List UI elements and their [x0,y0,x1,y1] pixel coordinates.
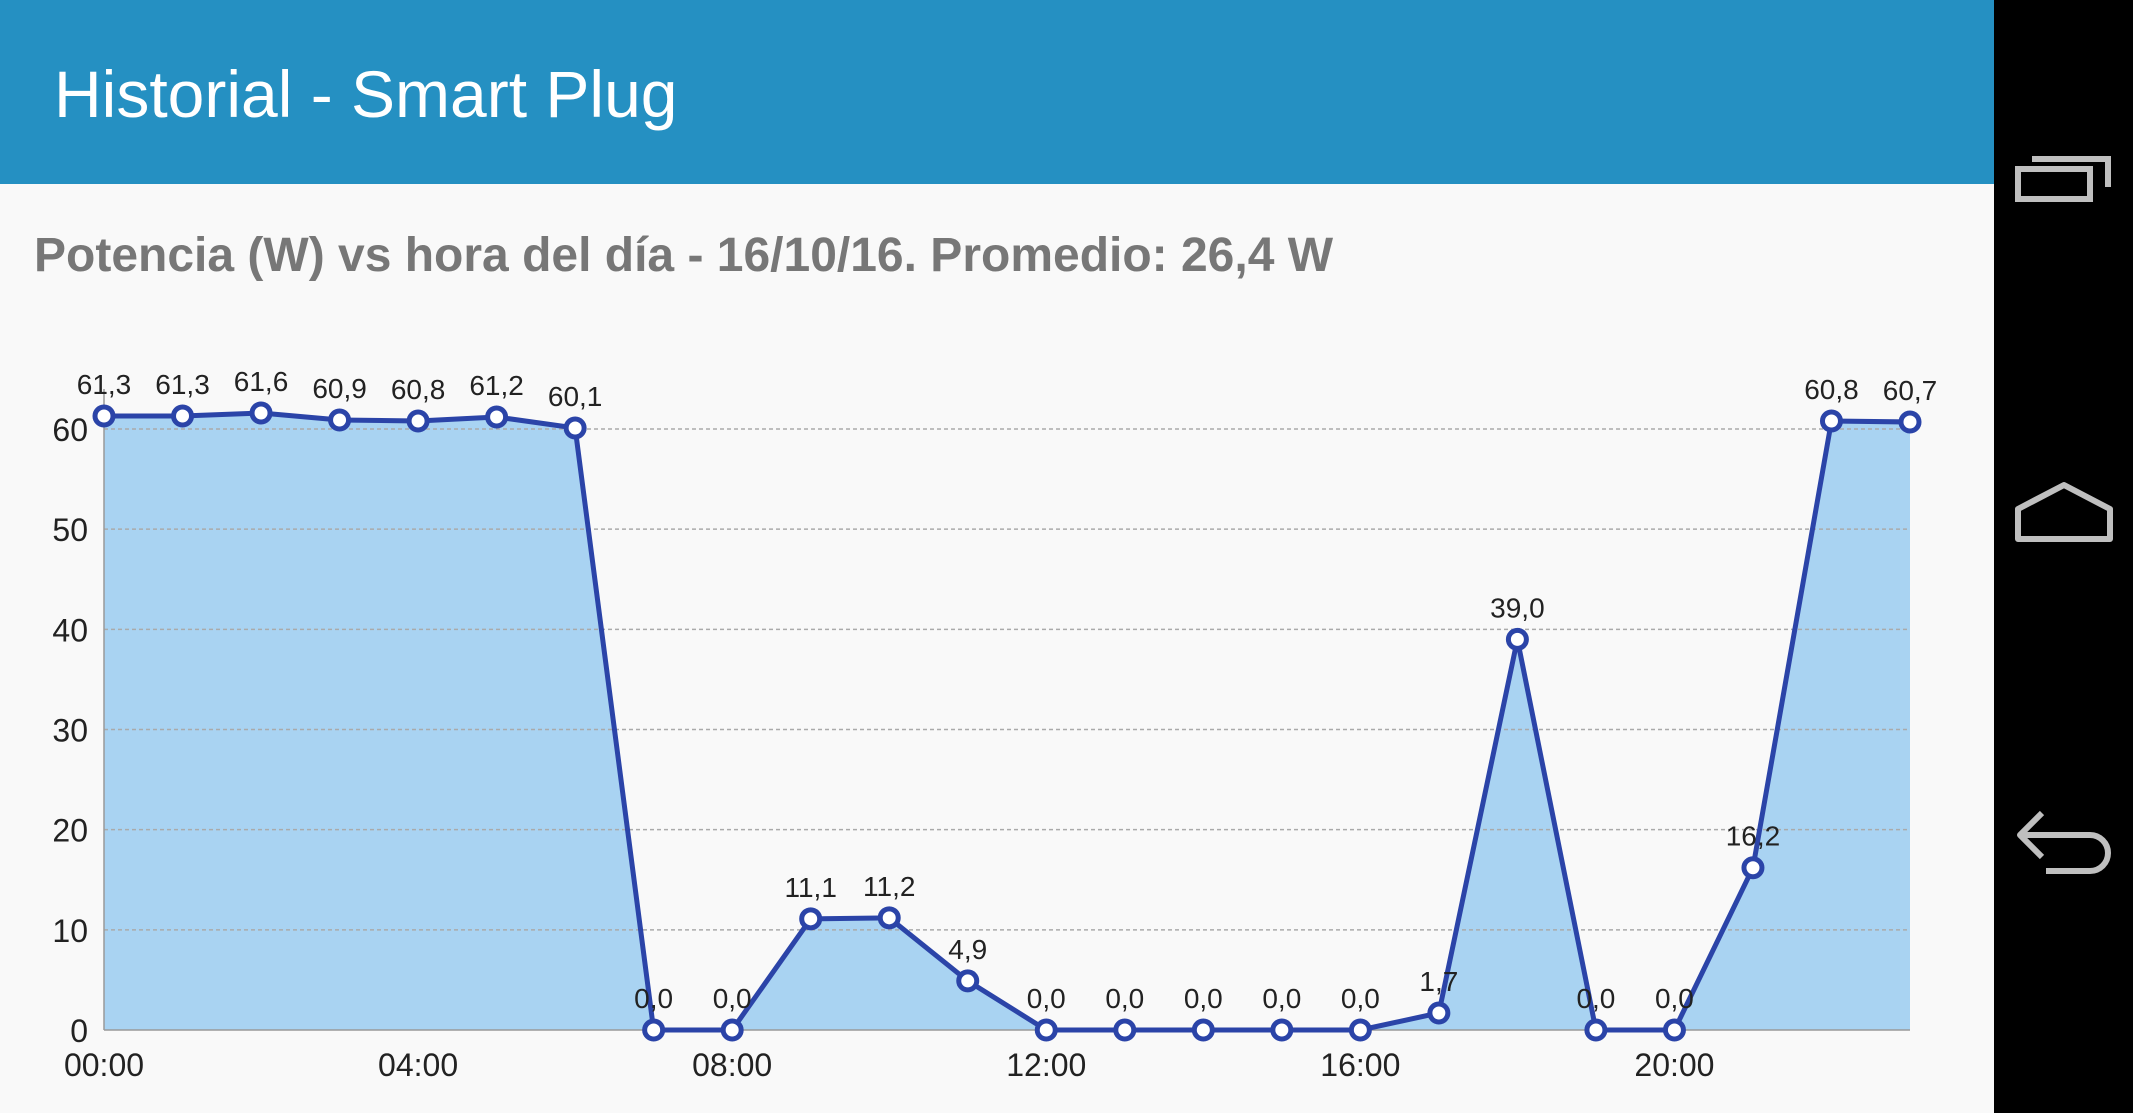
content-area: Potencia (W) vs hora del día - 16/10/16.… [0,184,1994,1113]
data-point-23 [1898,410,1922,434]
area-fill [104,412,1910,1030]
data-point-21 [1741,856,1765,880]
data-label-12: 0,0 [1027,983,1066,1014]
data-point-19 [1584,1018,1608,1042]
app-bar: Historial - Smart Plug [0,0,1994,184]
back-button[interactable] [1994,770,2133,920]
data-point-7 [642,1018,666,1042]
data-point-18 [1505,627,1529,651]
data-label-8: 0,0 [713,983,752,1014]
data-label-6: 60,1 [548,381,603,412]
power-chart: 0 10 20 30 40 50 60 00:00 04:00 08:00 12:00 16:00 20… [52,366,1938,1083]
data-label-2: 61,6 [234,366,289,397]
data-label-7: 0,0 [634,983,673,1014]
y-tick-label-40: 40 [52,612,88,648]
y-tick-label-30: 30 [52,713,88,749]
data-point-9 [799,907,823,931]
data-point-5 [485,405,509,429]
data-point-17 [1427,1001,1451,1025]
data-label-17: 1,7 [1419,966,1458,997]
y-tick-label-10: 10 [52,913,88,949]
data-label-13: 0,0 [1105,983,1144,1014]
x-tick-label-12:00: 12:00 [1006,1047,1086,1083]
app-title: Historial - Smart Plug [54,57,678,131]
data-point-11 [956,969,980,993]
back-icon [2016,810,2111,874]
data-label-20: 0,0 [1655,983,1694,1014]
data-point-10 [877,906,901,930]
data-label-19: 0,0 [1576,983,1615,1014]
data-label-9: 11,1 [784,872,836,903]
data-point-4 [406,409,430,433]
data-point-2 [249,401,273,425]
data-point-8 [720,1018,744,1042]
x-tick-label-20:00: 20:00 [1634,1047,1714,1083]
y-tick-label-60: 60 [52,412,88,448]
data-point-22 [1819,409,1843,433]
y-tick-label-50: 50 [52,512,88,548]
data-label-4: 60,8 [391,374,446,405]
y-tick-label-0: 0 [70,1013,88,1049]
x-tick-label-00:00: 00:00 [64,1047,144,1083]
data-label-16: 0,0 [1341,983,1380,1014]
data-label-5: 61,2 [469,370,524,401]
data-label-21: 16,2 [1726,821,1781,852]
data-label-0: 61,3 [77,369,132,400]
data-point-16 [1348,1018,1372,1042]
data-label-1: 61,3 [155,369,210,400]
data-label-11: 4,9 [948,934,987,965]
data-point-0 [92,404,116,428]
x-tick-label-04:00: 04:00 [378,1047,458,1083]
system-nav-bar [1994,0,2133,1113]
data-point-3 [328,408,352,432]
data-point-13 [1113,1018,1137,1042]
y-tick-label-20: 20 [52,813,88,849]
x-tick-label-16:00: 16:00 [1320,1047,1400,1083]
data-label-15: 0,0 [1262,983,1301,1014]
recent-apps-button[interactable] [1994,106,2133,256]
data-label-18: 39,0 [1490,592,1545,623]
recent-apps-icon [2014,156,2111,202]
data-label-23: 60,7 [1883,375,1938,406]
home-icon [2014,482,2113,542]
data-point-12 [1034,1018,1058,1042]
data-point-1 [171,404,195,428]
data-label-22: 60,8 [1804,374,1859,405]
data-point-14 [1191,1018,1215,1042]
data-label-14: 0,0 [1184,983,1223,1014]
data-label-3: 60,9 [312,373,367,404]
data-label-10: 11,2 [863,871,915,902]
home-button[interactable] [1994,436,2133,586]
x-tick-label-08:00: 08:00 [692,1047,772,1083]
data-point-6 [563,416,587,440]
data-point-15 [1270,1018,1294,1042]
data-point-20 [1662,1018,1686,1042]
